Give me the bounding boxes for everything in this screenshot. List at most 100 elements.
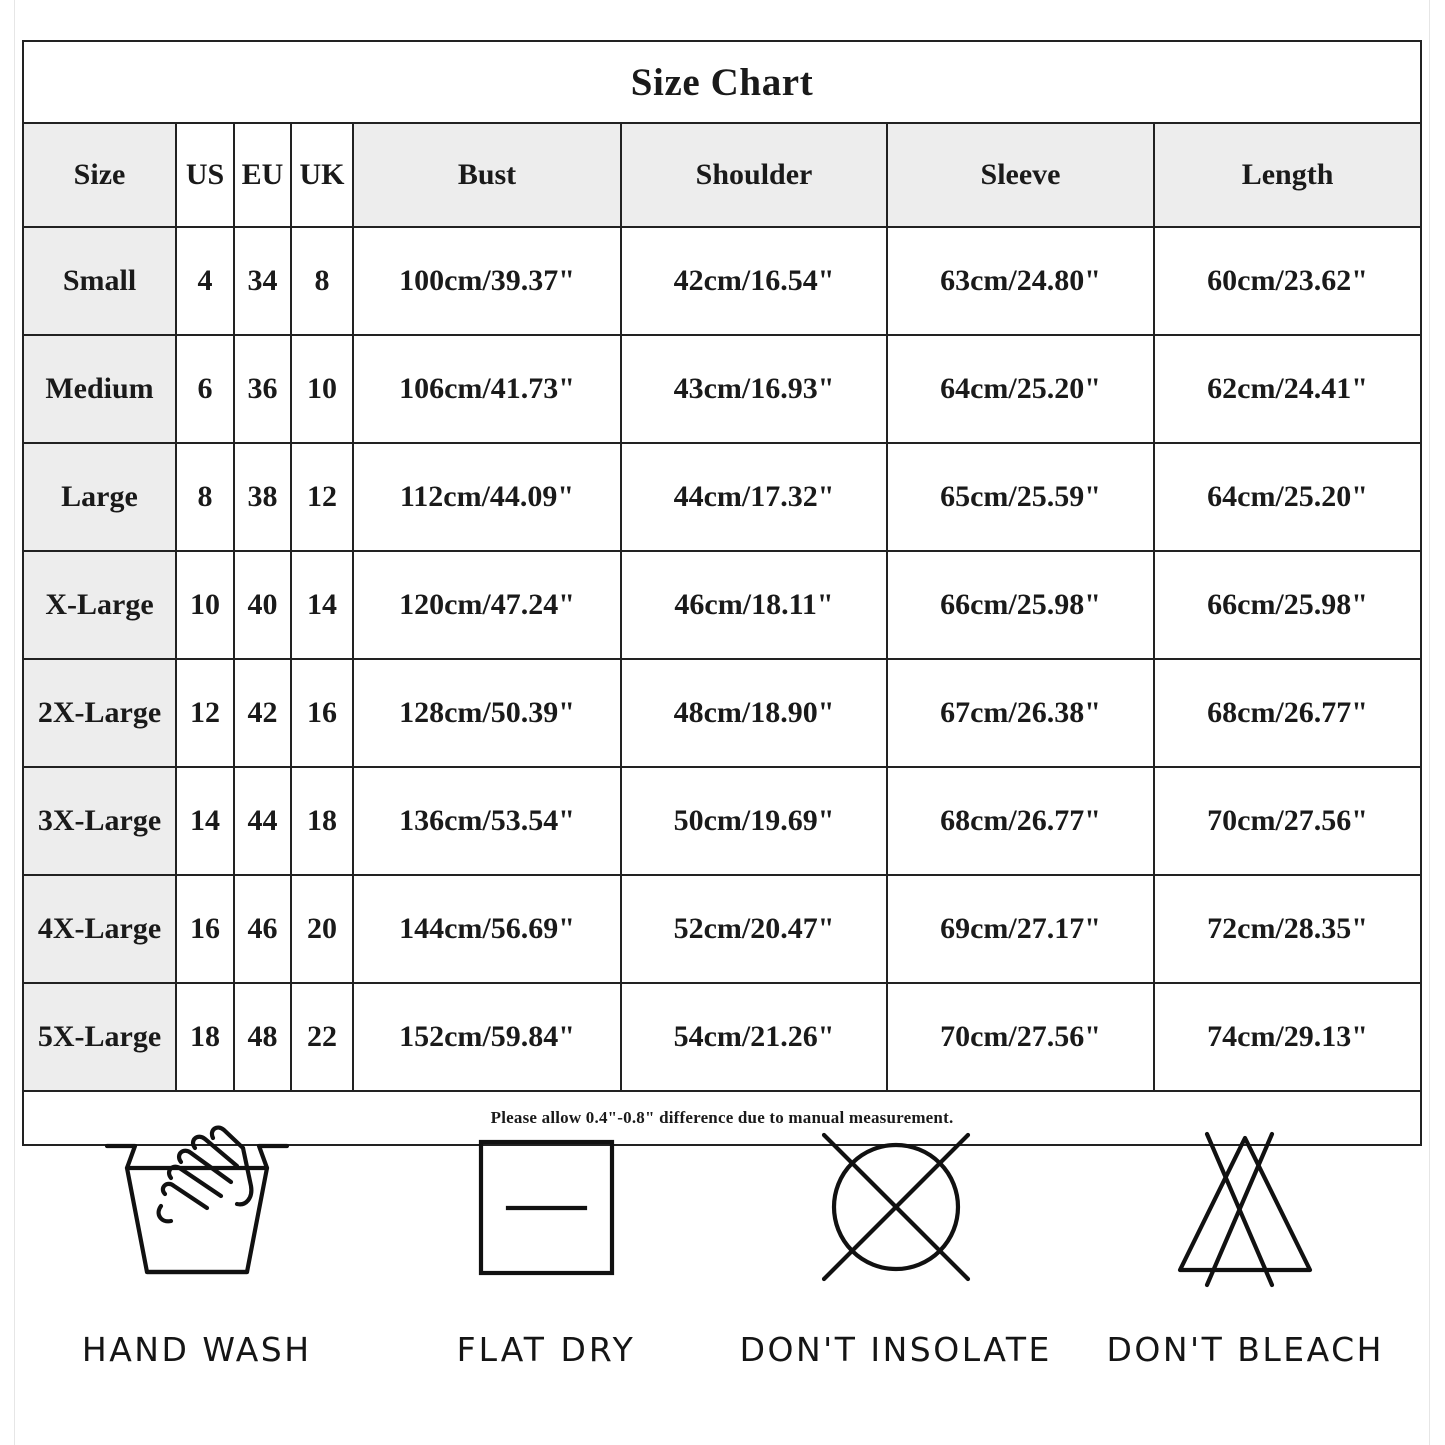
cell-size: 4X-Large <box>22 874 177 984</box>
column-header-uk: UK <box>290 122 354 228</box>
cell-us: 8 <box>175 442 235 552</box>
chart-title: Size Chart <box>21 40 1423 124</box>
cell-us: 18 <box>175 982 235 1092</box>
cell-shoulder: 46cm/18.11" <box>620 550 888 660</box>
care-item-no-insolate: DON'T INSOLATE <box>721 1112 1071 1369</box>
column-header-eu: EU <box>233 122 292 228</box>
cell-uk: 10 <box>290 334 354 444</box>
cell-sleeve: 65cm/25.59" <box>886 442 1155 552</box>
cell-length: 70cm/27.56" <box>1152 766 1423 876</box>
cell-length: 74cm/29.13" <box>1152 982 1423 1092</box>
cell-us: 6 <box>175 334 235 444</box>
cell-size: Medium <box>22 334 177 444</box>
no-bleach-icon <box>1150 1112 1340 1302</box>
page-guide-right <box>1429 0 1430 1445</box>
cell-length: 60cm/23.62" <box>1152 226 1423 336</box>
cell-size: Large <box>22 442 177 552</box>
cell-us: 16 <box>175 874 235 984</box>
column-header-length: Length <box>1152 122 1423 228</box>
cell-shoulder: 42cm/16.54" <box>620 226 888 336</box>
no-insolate-icon <box>801 1112 991 1302</box>
cell-sleeve: 70cm/27.56" <box>886 982 1155 1092</box>
cell-bust: 144cm/56.69" <box>352 874 622 984</box>
table-row: 4X-Large 16 46 20 144cm/56.69" 52cm/20.4… <box>22 874 1423 984</box>
care-label-flat-dry: FLAT DRY <box>456 1330 636 1369</box>
care-item-hand-wash: HAND WASH <box>22 1112 372 1369</box>
table-row: Medium 6 36 10 106cm/41.73" 43cm/16.93" … <box>22 334 1423 444</box>
cell-length: 66cm/25.98" <box>1152 550 1423 660</box>
table-row: Small 4 34 8 100cm/39.37" 42cm/16.54" 63… <box>22 226 1423 336</box>
hand-wash-icon <box>91 1112 303 1302</box>
cell-length: 64cm/25.20" <box>1152 442 1423 552</box>
cell-eu: 36 <box>233 334 292 444</box>
table-row: 2X-Large 12 42 16 128cm/50.39" 48cm/18.9… <box>22 658 1423 768</box>
table-row: Large 8 38 12 112cm/44.09" 44cm/17.32" 6… <box>22 442 1423 552</box>
table-row: 5X-Large 18 48 22 152cm/59.84" 54cm/21.2… <box>22 982 1423 1092</box>
cell-sleeve: 63cm/24.80" <box>886 226 1155 336</box>
cell-eu: 44 <box>233 766 292 876</box>
cell-uk: 18 <box>290 766 354 876</box>
size-chart-table: Size Chart Size US EU UK Bust Shoulder S… <box>21 40 1423 1146</box>
cell-length: 62cm/24.41" <box>1152 334 1423 444</box>
cell-shoulder: 50cm/19.69" <box>620 766 888 876</box>
column-header-sleeve: Sleeve <box>886 122 1155 228</box>
cell-sleeve: 68cm/26.77" <box>886 766 1155 876</box>
cell-size: 5X-Large <box>22 982 177 1092</box>
cell-length: 72cm/28.35" <box>1152 874 1423 984</box>
cell-bust: 112cm/44.09" <box>352 442 622 552</box>
cell-bust: 106cm/41.73" <box>352 334 622 444</box>
cell-shoulder: 54cm/21.26" <box>620 982 888 1092</box>
flat-dry-icon <box>459 1112 634 1302</box>
care-label-hand-wash: HAND WASH <box>81 1330 312 1369</box>
table-row: X-Large 10 40 14 120cm/47.24" 46cm/18.11… <box>22 550 1423 660</box>
cell-size: X-Large <box>22 550 177 660</box>
cell-us: 12 <box>175 658 235 768</box>
cell-eu: 46 <box>233 874 292 984</box>
cell-uk: 20 <box>290 874 354 984</box>
cell-size: Small <box>22 226 177 336</box>
title-row: Size Chart <box>21 40 1423 124</box>
cell-sleeve: 64cm/25.20" <box>886 334 1155 444</box>
cell-us: 14 <box>175 766 235 876</box>
cell-uk: 14 <box>290 550 354 660</box>
cell-bust: 128cm/50.39" <box>352 658 622 768</box>
cell-eu: 40 <box>233 550 292 660</box>
cell-eu: 48 <box>233 982 292 1092</box>
cell-uk: 8 <box>290 226 354 336</box>
cell-sleeve: 69cm/27.17" <box>886 874 1155 984</box>
column-header-us: US <box>175 122 235 228</box>
cell-sleeve: 66cm/25.98" <box>886 550 1155 660</box>
cell-length: 68cm/26.77" <box>1152 658 1423 768</box>
care-label-no-insolate: DON'T INSOLATE <box>739 1330 1052 1369</box>
cell-eu: 42 <box>233 658 292 768</box>
cell-size: 2X-Large <box>22 658 177 768</box>
cell-bust: 120cm/47.24" <box>352 550 622 660</box>
page-guide-left <box>14 0 15 1445</box>
cell-shoulder: 48cm/18.90" <box>620 658 888 768</box>
care-label-no-bleach: DON'T BLEACH <box>1106 1330 1385 1369</box>
column-header-shoulder: Shoulder <box>620 122 888 228</box>
cell-uk: 16 <box>290 658 354 768</box>
cell-shoulder: 52cm/20.47" <box>620 874 888 984</box>
cell-bust: 152cm/59.84" <box>352 982 622 1092</box>
cell-sleeve: 67cm/26.38" <box>886 658 1155 768</box>
cell-uk: 12 <box>290 442 354 552</box>
cell-shoulder: 43cm/16.93" <box>620 334 888 444</box>
column-header-bust: Bust <box>352 122 622 228</box>
cell-us: 4 <box>175 226 235 336</box>
column-header-row: Size US EU UK Bust Shoulder Sleeve Lengt… <box>22 122 1423 228</box>
cell-uk: 22 <box>290 982 354 1092</box>
cell-shoulder: 44cm/17.32" <box>620 442 888 552</box>
care-item-flat-dry: FLAT DRY <box>372 1112 722 1369</box>
size-chart-container: Size Chart Size US EU UK Bust Shoulder S… <box>21 40 1423 1146</box>
cell-bust: 136cm/53.54" <box>352 766 622 876</box>
table-row: 3X-Large 14 44 18 136cm/53.54" 50cm/19.6… <box>22 766 1423 876</box>
cell-us: 10 <box>175 550 235 660</box>
column-header-size: Size <box>22 122 177 228</box>
care-symbols-row: HAND WASH FLAT DRY DON'T INSOLATE DON'T … <box>22 1112 1420 1369</box>
cell-size: 3X-Large <box>22 766 177 876</box>
cell-eu: 34 <box>233 226 292 336</box>
care-item-no-bleach: DON'T BLEACH <box>1071 1112 1421 1369</box>
cell-bust: 100cm/39.37" <box>352 226 622 336</box>
cell-eu: 38 <box>233 442 292 552</box>
